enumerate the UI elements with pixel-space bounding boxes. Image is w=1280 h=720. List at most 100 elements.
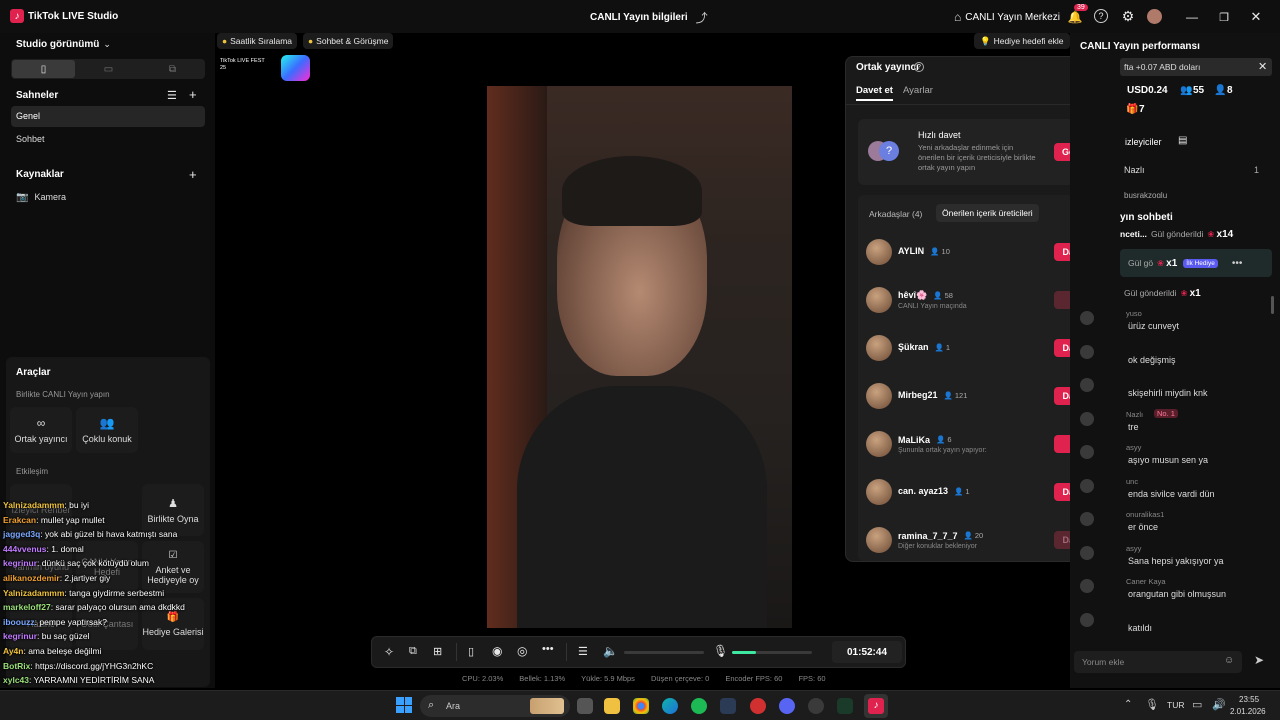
creator-name: AYLIN — [898, 246, 925, 256]
chat-overlay-line: markeloff27: sarar palyaço olursun ama d… — [3, 602, 185, 612]
minimize-icon[interactable]: — — [1183, 8, 1201, 26]
magic-icon[interactable]: ✧ — [384, 645, 394, 659]
add-source-icon[interactable]: + — [189, 167, 197, 182]
gift-goal-button[interactable]: 💡 Hediye hedefi ekle — [974, 33, 1070, 49]
creator-avatar[interactable] — [866, 239, 892, 265]
creator-avatar[interactable] — [866, 287, 892, 313]
tray-chevron-icon[interactable]: ⌃ — [1124, 699, 1132, 710]
windows-start-icon[interactable] — [396, 697, 412, 713]
close-icon[interactable]: ✕ — [1258, 60, 1267, 73]
taskbar-search[interactable]: ⌕ Ara — [420, 695, 570, 717]
source-camera[interactable]: 📷 Kamera — [16, 190, 66, 204]
volume-icon[interactable]: 🔊 — [1212, 698, 1226, 711]
maximize-icon[interactable]: ❐ — [1215, 8, 1233, 26]
dual-layout-icon[interactable]: ⧉ — [141, 60, 204, 78]
gift-message-3: Gül gönderildi ❀ x1 — [1120, 285, 1280, 301]
chat-message: Nazlı No. 1 tre — [1078, 408, 1268, 438]
clock-time[interactable]: 23:55 — [1239, 695, 1259, 704]
mixer-icon[interactable]: ☰ — [578, 645, 588, 658]
comment-input[interactable]: Yorum ekle ☺ — [1074, 651, 1242, 673]
send-icon[interactable]: ➤ — [1254, 653, 1264, 667]
chat-text: : YARRAMNI YEDİRTİRİM SANA — [29, 675, 155, 686]
gift-text: Gül gö — [1128, 258, 1154, 268]
cohost-tool[interactable]: ∞ Ortak yayıncı — [10, 407, 72, 453]
add-scene-icon[interactable]: + — [189, 87, 197, 102]
scene-list-icon[interactable]: ☰ — [167, 89, 177, 102]
terminal-icon[interactable] — [837, 698, 853, 714]
gift-goal-label: Hediye hedefi ekle — [993, 36, 1064, 46]
chat-user: BotRix — [3, 660, 31, 671]
chrome-icon[interactable] — [633, 698, 649, 714]
chat-text: : bu iyi — [64, 500, 89, 510]
layout-icon[interactable]: ⊞ — [433, 645, 442, 658]
profile-avatar[interactable] — [1147, 9, 1162, 24]
discord-icon[interactable] — [779, 698, 795, 714]
creator-info: can. ayaz13 👤 1 — [898, 486, 970, 498]
studio-view-dropdown[interactable]: Studio görünümü ⌄ — [16, 37, 111, 51]
scenes-title: Sahneler — [16, 90, 59, 101]
language-indicator[interactable]: TUR — [1167, 700, 1184, 710]
upload-stat: Yükle: 5.9 Mbps — [581, 674, 635, 683]
file-explorer-icon[interactable] — [604, 698, 620, 714]
monitor-icon[interactable]: ▭ — [1192, 698, 1202, 711]
multi-guest-tool[interactable]: 👥 Çoklu konuk — [76, 407, 138, 453]
volume-slider[interactable] — [624, 651, 704, 654]
task-view-icon[interactable] — [577, 698, 593, 714]
live-info-button[interactable]: CANLI Yayın bilgileri ⤴ — [590, 8, 708, 26]
viewer-list-icon[interactable]: ▤ — [1178, 135, 1187, 146]
subtab-friends[interactable]: Arkadaşlar (4) — [869, 209, 922, 219]
app-icon[interactable] — [808, 698, 824, 714]
portrait-layout-icon[interactable]: ▯ — [12, 60, 75, 78]
right-panel: CANLI Yayın performansı fta +0.07 ABD do… — [1070, 33, 1280, 688]
edge-icon[interactable] — [662, 698, 678, 714]
notifications-button[interactable]: 🔔 39 — [1066, 4, 1088, 26]
tab-settings[interactable]: Ayarlar — [903, 85, 933, 96]
more-icon[interactable]: ••• — [542, 643, 554, 655]
creator-avatar[interactable] — [866, 335, 892, 361]
clock-date[interactable]: 2.01.2026 — [1230, 707, 1266, 716]
rose-icon: ❀ — [1157, 257, 1165, 268]
chat-message: ok değişmiş — [1078, 343, 1268, 371]
hourly-ranking-pill[interactable]: ● Saatlik Sıralama — [217, 33, 298, 49]
tab-invite[interactable]: Davet et — [856, 85, 893, 96]
settings-gear-icon[interactable]: ⚙ — [1120, 8, 1136, 24]
emoji-icon[interactable]: ☺ — [1224, 655, 1234, 666]
screen-share-icon[interactable]: ⧉ — [409, 645, 417, 658]
viewers-tab[interactable]: izleyiciler — [1125, 137, 1162, 147]
record-icon[interactable]: ◉ — [492, 644, 502, 658]
chat-overlay-line: kegrinur: bu saç güzel — [3, 631, 89, 641]
more-icon[interactable]: ••• — [1232, 258, 1243, 269]
mic-level[interactable] — [732, 651, 812, 654]
close-icon[interactable]: ✕ — [1247, 8, 1265, 26]
steam-icon[interactable] — [720, 698, 736, 714]
phone-icon[interactable]: ▯ — [468, 645, 474, 658]
live-fest-badge-icon — [281, 55, 310, 81]
scene-item-sohbet[interactable]: Sohbet — [11, 129, 205, 150]
follower-count: 1 — [945, 342, 951, 352]
speaker-icon[interactable]: 🔈 — [603, 644, 618, 658]
creator-avatar[interactable] — [866, 527, 892, 553]
tray-mic-icon[interactable]: 🎙 — [1145, 698, 1159, 711]
viewer-name: Nazlı — [1124, 165, 1145, 175]
subtab-recommended[interactable]: Önerilen içerik üreticileri — [936, 204, 1039, 222]
scene-item-genel[interactable]: Genel — [11, 106, 205, 127]
live-center-button[interactable]: ⌂ CANLI Yayın Merkezi — [954, 8, 1060, 26]
help-icon[interactable]: ? — [914, 62, 924, 72]
spotify-icon[interactable] — [691, 698, 707, 714]
creator-avatar[interactable] — [866, 383, 892, 409]
chat-message: yuso ürüz cunveyt — [1078, 309, 1268, 337]
landscape-layout-icon[interactable]: ▭ — [77, 60, 140, 78]
creator-avatar[interactable] — [866, 431, 892, 457]
creator-avatar[interactable] — [866, 479, 892, 505]
opera-icon[interactable] — [750, 698, 766, 714]
tiktok-studio-taskbar-button[interactable]: ♪ — [864, 694, 888, 718]
chat-username: asyy — [1126, 543, 1142, 553]
chat-user: alikanozdemir — [3, 573, 60, 583]
help-icon[interactable]: ? — [1094, 9, 1108, 23]
follower-icon: 👤 — [954, 486, 964, 496]
logo-text: TikTok LIVE FEST 25 — [220, 58, 265, 71]
camera-settings-icon[interactable]: ◎ — [517, 644, 527, 658]
chat-meeting-pill[interactable]: ● Sohbet & Görüşme — [303, 33, 394, 49]
chat-scrollbar[interactable] — [1271, 296, 1274, 314]
microphone-icon[interactable]: 🎙 — [713, 644, 728, 658]
